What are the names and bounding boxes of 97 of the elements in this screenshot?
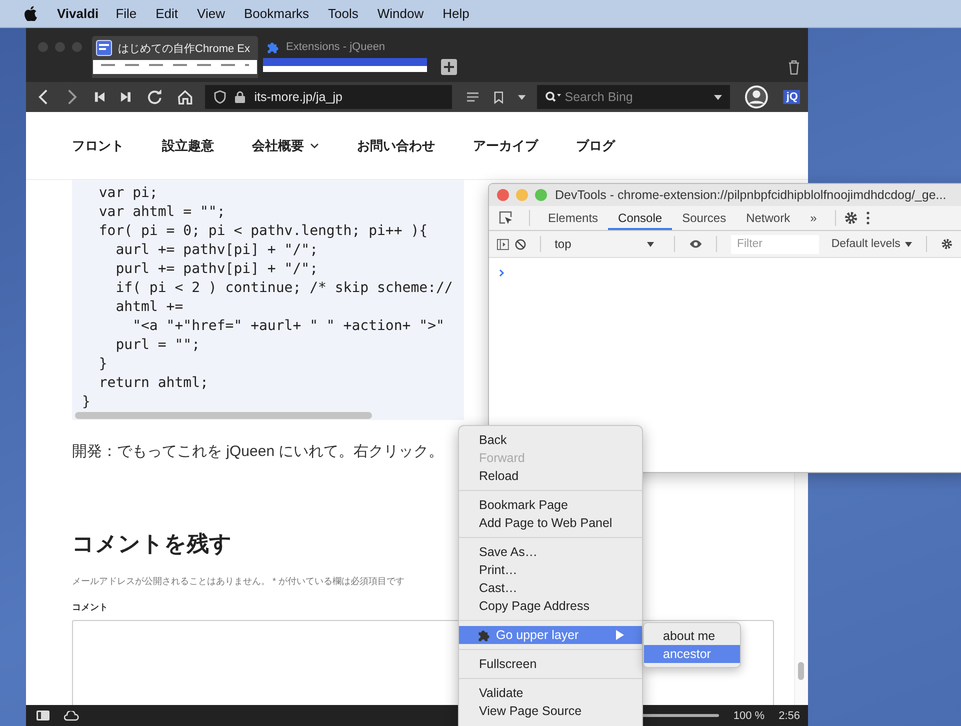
settings-icon[interactable] — [844, 211, 858, 225]
menu-item[interactable]: Bookmarks — [244, 6, 310, 21]
menu-item[interactable]: Tools — [328, 6, 358, 21]
vertical-scrollbar[interactable] — [794, 472, 808, 705]
code-line: for( pi = 0; pi < pathv.length; pi++ ){ — [98, 222, 429, 241]
code-line: if( pi < 2 ) continue; /* skip scheme:// — [114, 279, 454, 298]
menu-item[interactable]: about me — [644, 627, 740, 645]
panel-toggle-icon[interactable] — [36, 710, 50, 721]
chevron-down-icon — [310, 142, 319, 148]
code-line: } — [98, 355, 108, 374]
home-icon[interactable] — [176, 89, 194, 105]
menu-item[interactable]: Back — [459, 431, 642, 449]
horizontal-scrollbar[interactable] — [72, 412, 464, 420]
rewind-icon[interactable] — [94, 91, 106, 103]
prompt-icon — [499, 269, 505, 277]
apple-icon[interactable] — [24, 6, 37, 21]
menu-item[interactable]: Save As… — [459, 543, 642, 561]
url-text: its-more.jp/ja_jp — [254, 90, 342, 104]
submenu-arrow-icon — [616, 630, 624, 640]
devtools-tab[interactable]: » — [800, 206, 827, 230]
form-note: メールアドレスが公開されることはありません。 * が付いている欄は必須項目です — [72, 575, 405, 588]
code-line: aurl += pathv[pi] + "/"; — [114, 241, 320, 260]
menu-item[interactable]: Go upper layer — [459, 626, 642, 644]
code-line: return ahtml; — [98, 374, 210, 393]
menu-item[interactable]: Copy Page Address — [459, 597, 642, 615]
code-line: var pi; — [98, 184, 159, 203]
shield-icon — [214, 90, 226, 104]
browser-tab[interactable]: Extensions - jQueen — [262, 36, 428, 78]
devtools-tab[interactable]: Sources — [672, 206, 736, 230]
devtools-tab[interactable]: Elements — [538, 206, 608, 230]
menu-item[interactable]: Print… — [459, 561, 642, 579]
context-dropdown[interactable]: top — [554, 237, 660, 251]
zoom-level: 100 % — [733, 710, 765, 722]
tab-title: Extensions - jQueen — [286, 41, 386, 53]
app-menu[interactable]: Vivaldi — [57, 6, 99, 21]
menu-item[interactable]: Help — [442, 6, 470, 21]
comments-heading: コメントを残す — [72, 530, 232, 558]
code-line: ahtml += — [114, 298, 184, 317]
new-tab-icon[interactable] — [441, 59, 457, 75]
clock-time: 2:56 — [778, 710, 800, 722]
more-options-icon[interactable] — [866, 211, 870, 225]
inspect-icon[interactable] — [499, 211, 513, 225]
menu-item[interactable]: View — [197, 6, 225, 21]
menu-item[interactable]: Window — [377, 6, 424, 21]
site-nav-link[interactable]: フロント — [72, 136, 124, 154]
reload-icon[interactable] — [146, 89, 162, 105]
address-field[interactable]: its-more.jp/ja_jp — [205, 85, 452, 109]
code-line: var ahtml = ""; — [98, 203, 226, 222]
menu-item[interactable]: Validate — [459, 684, 642, 702]
avatar-icon[interactable] — [745, 85, 768, 109]
site-nav-link[interactable]: 設立趣意 — [162, 136, 214, 154]
search-field[interactable]: Search Bing — [536, 85, 730, 109]
menu-item[interactable]: Add Page to Web Panel — [459, 514, 642, 532]
lock-icon — [235, 91, 246, 103]
menu-item[interactable]: File — [116, 6, 137, 21]
menu-item[interactable]: View Page Source — [459, 702, 642, 720]
caret-icon[interactable] — [518, 94, 526, 100]
extension-badge[interactable]: jQ — [783, 90, 800, 104]
trash-icon[interactable] — [788, 60, 800, 75]
caret-icon — [646, 242, 654, 246]
caret-icon — [905, 242, 912, 246]
site-nav-link[interactable]: 会社概要 — [252, 136, 319, 154]
code-line: "<a "+"href=" +aurl+ " " +action+ ">" — [132, 317, 446, 336]
puzzle-icon — [477, 628, 491, 642]
menu-item[interactable]: ancestor — [644, 645, 740, 663]
code-line: purl = ""; — [114, 336, 202, 355]
devtools-tab[interactable]: Network — [736, 206, 800, 230]
bookmark-icon[interactable] — [494, 90, 504, 104]
cloud-icon[interactable] — [64, 710, 79, 720]
menu-item[interactable]: Cast… — [459, 579, 642, 597]
code-line: purl += pathv[pi] + "/"; — [114, 260, 320, 279]
fast-forward-icon[interactable] — [120, 91, 132, 103]
site-nav-link[interactable]: ブログ — [576, 136, 615, 154]
field-label: コメント — [72, 601, 108, 614]
page-favicon-icon — [96, 40, 112, 56]
reader-view-icon[interactable] — [467, 92, 479, 102]
caret-icon[interactable] — [714, 94, 722, 100]
levels-dropdown[interactable]: Default levels — [831, 238, 912, 250]
window-title: DevTools - chrome-extension://pilpnbpfcidhipblolfnoojimdhdcdog/_ge... — [555, 188, 946, 202]
menu-item[interactable]: Bookmark Page — [459, 496, 642, 514]
eye-icon[interactable] — [688, 239, 702, 249]
puzzle-icon — [266, 40, 280, 54]
tab-title: はじめての自作Chrome Ex — [118, 42, 250, 56]
menu-item[interactable]: Reload — [459, 467, 642, 485]
close-button[interactable] — [497, 189, 509, 201]
code-line: } — [82, 393, 92, 412]
browser-tab[interactable]: はじめての自作Chrome Ex — [92, 36, 258, 78]
clear-console-icon[interactable] — [514, 238, 526, 250]
search-placeholder: Search Bing — [564, 90, 633, 104]
site-nav-link[interactable]: アーカイブ — [473, 136, 538, 154]
search-icon — [544, 91, 561, 103]
menu-item[interactable]: Fullscreen — [459, 655, 642, 673]
menu-item[interactable]: Edit — [156, 6, 178, 21]
paragraph: 開発：でもってこれを jQueen にいれて。右クリック。 — [72, 442, 444, 461]
sidebar-toggle-icon[interactable] — [497, 238, 509, 250]
settings-icon[interactable] — [941, 237, 954, 251]
site-nav-link[interactable]: お問い合わせ — [357, 136, 435, 154]
